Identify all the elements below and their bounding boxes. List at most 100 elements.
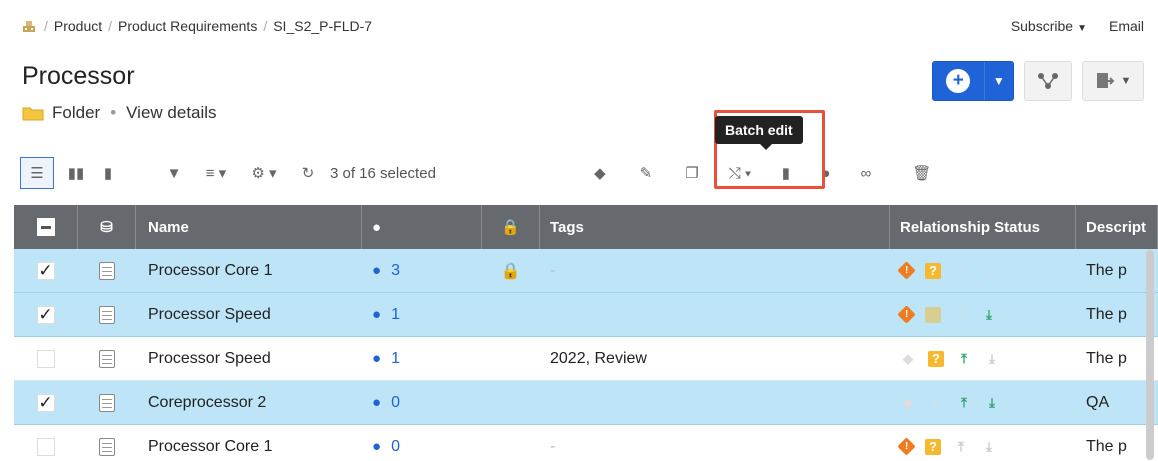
downstream-icon: ⤓ — [989, 350, 995, 366]
delete-button[interactable]: 🗑 — [908, 157, 936, 189]
item-name[interactable]: Processor Speed — [136, 337, 362, 380]
tags-cell: - — [550, 261, 556, 279]
refresh-button[interactable]: ↻ — [294, 157, 322, 189]
link-button[interactable]: ∞ — [852, 157, 880, 189]
description-column-header[interactable]: Descript — [1076, 205, 1158, 249]
select-all-checkbox[interactable] — [14, 205, 78, 249]
comments-cell[interactable]: ● 1 — [362, 337, 482, 380]
filter-icon: ▼ — [166, 164, 182, 182]
add-icon: + — [933, 69, 984, 93]
comments-cell[interactable]: ● 3 — [362, 249, 482, 292]
row-checkbox[interactable]: ✓ — [36, 393, 55, 412]
filter-button[interactable]: ▼ — [160, 157, 188, 189]
relationship-status: ◆ ▪ ⤒ ⤓ — [900, 395, 1000, 411]
list-view-toggle[interactable]: ☰ — [20, 157, 54, 189]
item-name[interactable]: Processor Core 1 — [136, 425, 362, 461]
row-checkbox[interactable]: ✓ — [36, 305, 55, 324]
table-row[interactable]: ✓ Processor Speed ● 1 ! ↑ ⤓ The p — [14, 293, 1158, 337]
gear-icon: ⚙ ▾ — [251, 165, 277, 182]
row-checkbox[interactable] — [36, 349, 55, 368]
settings-button[interactable]: ⚙ ▾ — [250, 157, 278, 189]
row-checkbox[interactable]: ✓ — [36, 261, 55, 280]
question-icon: ? — [928, 350, 944, 367]
export-button[interactable]: ▼ — [1082, 61, 1144, 101]
view-details-link[interactable]: View details — [126, 103, 216, 123]
requirement-icon — [98, 437, 115, 456]
downstream-icon: ⤓ — [986, 306, 992, 322]
question-icon: ▪ — [933, 395, 939, 410]
tag-button[interactable]: ◆ — [586, 157, 614, 189]
downstream-icon: ⤓ — [989, 394, 995, 410]
tag-icon: ◆ — [594, 165, 606, 182]
upstream-icon: ↑ — [957, 307, 965, 322]
table-header: ⛁ Name ● 🔒 Tags Relationship Status Desc… — [14, 205, 1158, 249]
breadcrumb-product[interactable]: Product — [54, 18, 102, 34]
comment-icon: ● — [372, 262, 382, 279]
question-icon — [925, 306, 941, 323]
reading-view-toggle[interactable]: ▮▮ — [62, 157, 90, 189]
document-view-toggle[interactable]: ▮ — [94, 157, 122, 189]
relationship-status-column-header[interactable]: Relationship Status — [890, 205, 1076, 249]
subscribe-dropdown[interactable]: Subscribe ▼ — [1011, 18, 1087, 34]
comment-count: 1 — [391, 305, 400, 323]
lock-icon: 🔒 — [501, 219, 520, 236]
requirement-icon — [98, 393, 115, 412]
comment-count: 3 — [391, 261, 400, 279]
comments-column-header[interactable]: ● — [362, 205, 482, 249]
name-column-header[interactable]: Name — [136, 205, 362, 249]
email-link[interactable]: Email — [1109, 18, 1144, 34]
batch-edit-button[interactable]: ✎ — [632, 157, 660, 189]
relationships-button[interactable] — [1024, 61, 1072, 101]
page-title: Processor — [22, 62, 135, 90]
comments-cell[interactable]: ● 1 — [362, 293, 482, 336]
question-icon: ? — [925, 262, 941, 279]
item-name[interactable]: Processor Speed — [136, 293, 362, 336]
export-icon — [1096, 73, 1114, 88]
breadcrumb-current[interactable]: SI_S2_P-FLD-7 — [273, 18, 372, 34]
type-column-header[interactable]: ⛁ — [78, 205, 136, 249]
breadcrumb-product-requirements[interactable]: Product Requirements — [118, 18, 257, 34]
suspect-icon: ◆ — [903, 394, 913, 410]
table-row[interactable]: ✓ Coreprocessor 2 ● 0 ◆ ▪ ⤒ ⤓ QA — [14, 381, 1158, 425]
tags-cell: 2022, Review — [550, 349, 647, 367]
requirement-icon — [98, 261, 115, 280]
folder-icon — [22, 107, 44, 120]
tags-cell — [540, 293, 890, 336]
caret-down-icon: ▼ — [1077, 23, 1087, 34]
add-dropdown-caret[interactable]: ▼ — [983, 62, 1013, 100]
project-icon[interactable] — [22, 19, 36, 33]
items-table: ⛁ Name ● 🔒 Tags Relationship Status Desc… — [14, 205, 1158, 461]
comment-count: 0 — [391, 393, 400, 411]
comments-cell[interactable]: ● 0 — [362, 425, 482, 461]
downstream-icon: ↓ — [985, 263, 993, 278]
selection-count: 3 of 16 selected — [330, 164, 436, 182]
item-name[interactable]: Processor Core 1 — [136, 249, 362, 292]
relationship-status: ◆? ⤒ ⤓ — [900, 350, 1000, 367]
book-icon: ▮▮ — [67, 165, 85, 182]
item-name[interactable]: Coreprocessor 2 — [136, 381, 362, 424]
top-right-actions: Subscribe ▼ Email — [1011, 18, 1144, 34]
comment-icon: ● — [372, 394, 382, 411]
lock-column-header[interactable]: 🔒 — [482, 205, 540, 249]
add-item-button[interactable]: + ▼ — [932, 61, 1014, 101]
table-scrollbar[interactable] — [1146, 250, 1154, 460]
tags-column-header[interactable]: Tags — [540, 205, 890, 249]
refresh-icon: ↻ — [301, 165, 315, 182]
table-row[interactable]: ✓ Processor Core 1 ● 3 🔒 - !? ↑ ↓ The p — [14, 249, 1158, 293]
table-row[interactable]: Processor Speed ● 1 2022, Review ◆? ⤒ ⤓ The… — [14, 337, 1158, 381]
row-checkbox[interactable] — [36, 437, 55, 456]
sort-button[interactable]: ≡ ▾ — [202, 157, 230, 189]
table-row[interactable]: Processor Core 1 ● 0 - !? ⤒ ⤓ The p — [14, 425, 1158, 461]
comments-cell[interactable]: ● 0 — [362, 381, 482, 424]
tags-cell — [540, 381, 890, 424]
comment-count: 0 — [391, 437, 400, 455]
list-toolbar: ☰ ▮▮ ▮ ▼ ≡ ▾ ⚙ ▾ ↻ 3 of 16 selected ◆ ✎ … — [20, 155, 1150, 191]
comment-icon: ● — [372, 438, 382, 455]
trash-icon: 🗑 — [912, 165, 932, 182]
copy-button[interactable]: ❐ — [678, 157, 706, 189]
caret-down-icon: ▼ — [1120, 75, 1132, 87]
network-icon — [1038, 73, 1058, 89]
comment-icon: ● — [372, 306, 382, 323]
upstream-icon: ⤒ — [958, 438, 964, 454]
relationship-status: !? ⤒ ⤓ — [897, 437, 997, 456]
